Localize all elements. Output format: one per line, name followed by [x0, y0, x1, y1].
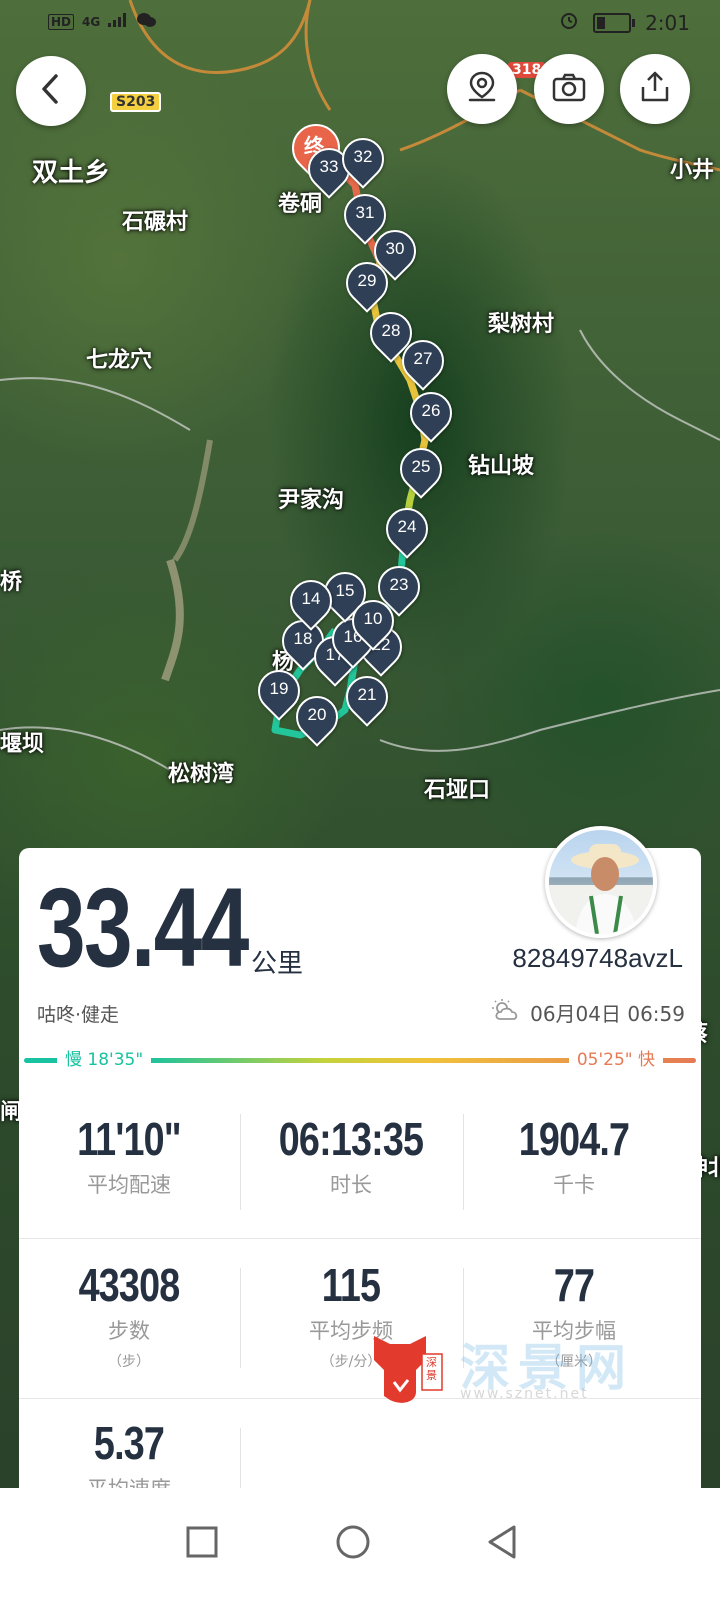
- chevron-left-icon: [38, 72, 64, 110]
- km-marker-label: 26: [421, 401, 441, 420]
- watermark: 深景 深景网 www.sznet.net: [360, 1330, 660, 1410]
- map-place-label: 钻山坡: [468, 454, 535, 479]
- map-place-label: 尹家沟: [278, 488, 345, 513]
- stat-avg-pace: 11'10" 平均配速: [19, 1114, 239, 1199]
- activity-type: 咕咚·健走: [37, 1004, 120, 1026]
- pace-slow-label: 慢 18'35": [57, 1048, 152, 1072]
- signal-icon: [108, 13, 128, 30]
- stat-label: 千卡: [553, 1172, 595, 1197]
- km-marker-label: 30: [385, 239, 405, 258]
- km-marker-label: 29: [357, 271, 377, 290]
- road-badge: S203: [110, 92, 162, 112]
- share-button[interactable]: [620, 54, 690, 124]
- map-place-label: 桥: [0, 570, 23, 595]
- system-nav-bar: [0, 1488, 720, 1600]
- km-marker-label: 19: [269, 679, 289, 698]
- circle-icon: [334, 1523, 372, 1565]
- km-marker-label: 14: [301, 589, 321, 608]
- km-marker-label: 24: [397, 517, 417, 536]
- datetime-text: 06月04日 06:59: [530, 1002, 685, 1026]
- triangle-back-icon: [484, 1523, 520, 1565]
- wechat-icon: [136, 12, 157, 31]
- km-marker-label: 10: [363, 609, 383, 628]
- location-button[interactable]: [447, 54, 517, 124]
- km-marker-label: 27: [413, 349, 433, 368]
- stat-duration: 06:13:35 时长: [241, 1114, 461, 1199]
- square-icon: [185, 1525, 219, 1563]
- stat-value: 5.37: [93, 1417, 165, 1469]
- km-marker-label: 28: [381, 321, 401, 340]
- signal-label: 4G: [82, 14, 101, 29]
- stat-value: 11'10": [77, 1113, 182, 1165]
- km-marker-label: 23: [389, 575, 409, 594]
- cloudy-sun-icon: [492, 999, 520, 1026]
- km-marker-label: 20: [307, 705, 327, 724]
- stat-value: 115: [321, 1259, 381, 1311]
- stat-value: 1904.7: [518, 1113, 630, 1165]
- share-icon: [637, 69, 673, 109]
- back-button[interactable]: [16, 56, 86, 126]
- pace-bar: 慢 18'35" 05'25" 快: [19, 1048, 701, 1072]
- map-place-label: 石垭口: [424, 778, 491, 803]
- stat-value: 77: [553, 1259, 595, 1311]
- map-place-label: 双土乡: [32, 158, 111, 188]
- username: 82849748avzL: [512, 943, 683, 973]
- distance-unit: 公里: [251, 949, 304, 979]
- stat-value: 43308: [78, 1259, 181, 1311]
- km-marker-label: 21: [357, 685, 377, 704]
- km-marker-label: 31: [355, 203, 375, 222]
- alarm-icon: [559, 10, 579, 35]
- map-place-label: 七龙穴: [86, 348, 153, 373]
- status-bar: HD 4G 2:01: [0, 0, 720, 46]
- pace-fast-label: 05'25" 快: [568, 1048, 663, 1072]
- km-marker-label: 32: [353, 147, 373, 166]
- watermark-url: www.sznet.net: [460, 1386, 589, 1402]
- recents-button[interactable]: [172, 1514, 232, 1574]
- map-place-label: 小井: [670, 158, 715, 183]
- map-pin-icon: [464, 69, 500, 109]
- stat-label: 时长: [330, 1172, 372, 1197]
- map-place-label: 卷硐: [278, 192, 323, 217]
- km-marker-label: 25: [411, 457, 431, 476]
- map-place-label: 石碾村: [122, 210, 189, 235]
- nav-back-button[interactable]: [472, 1514, 532, 1574]
- battery-icon: [593, 12, 636, 33]
- clock-time: 2:01: [645, 10, 690, 35]
- stat-steps: 43308 步数 （步）: [19, 1260, 239, 1371]
- watermark-seal-text: 深景: [426, 1356, 437, 1382]
- home-button[interactable]: [323, 1514, 383, 1574]
- camera-icon: [551, 71, 587, 107]
- map-place-label: 松树湾: [168, 762, 235, 787]
- stat-label: 步数: [108, 1318, 150, 1343]
- avatar[interactable]: [545, 826, 657, 938]
- activity-datetime: 06月04日 06:59: [492, 998, 685, 1027]
- stat-label: 平均配速: [87, 1172, 171, 1197]
- map-place-label: 堰坝: [0, 732, 45, 757]
- distance-value: 33.44: [37, 865, 249, 990]
- stats-row: 11'10" 平均配速 06:13:35 时长 1904.7 千卡: [19, 1088, 701, 1239]
- stat-calories: 1904.7 千卡: [464, 1114, 684, 1199]
- camera-button[interactable]: [534, 54, 604, 124]
- stat-unit: （步）: [108, 1353, 150, 1370]
- map-place-label: 梨树村: [488, 312, 555, 337]
- stat-value: 06:13:35: [278, 1113, 424, 1165]
- network-label: HD: [48, 13, 75, 30]
